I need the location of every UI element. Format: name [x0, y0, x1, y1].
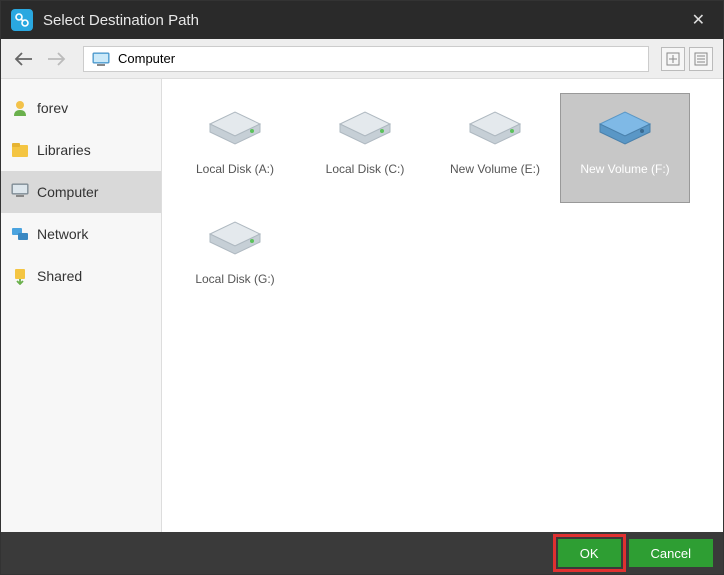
drive-item[interactable]: Local Disk (G:) [170, 203, 300, 313]
libraries-icon [11, 141, 29, 159]
sidebar-item-label: Libraries [37, 142, 91, 158]
titlebar: Select Destination Path ✕ [1, 1, 723, 39]
close-icon[interactable]: ✕ [684, 6, 713, 34]
disk-icon [336, 104, 394, 146]
drive-label: Local Disk (A:) [196, 162, 274, 176]
back-button[interactable] [11, 46, 37, 72]
user-icon [11, 99, 29, 117]
content-area: forev Libraries Computer Network Shared … [1, 79, 723, 532]
sidebar-item-label: forev [37, 100, 68, 116]
drive-label: Local Disk (C:) [326, 162, 405, 176]
breadcrumb-label: Computer [118, 51, 175, 66]
sidebar-item-shared[interactable]: Shared [1, 255, 161, 297]
drive-item[interactable]: Local Disk (A:) [170, 93, 300, 203]
breadcrumb[interactable]: Computer [83, 46, 649, 72]
drive-list: Local Disk (A:) Local Disk (C:) New Volu… [162, 79, 723, 532]
sidebar-item-label: Shared [37, 268, 82, 284]
computer-icon [11, 183, 29, 201]
view-list-button[interactable] [689, 47, 713, 71]
computer-icon [92, 52, 110, 66]
ok-button[interactable]: OK [558, 539, 621, 567]
sidebar-item-libraries[interactable]: Libraries [1, 129, 161, 171]
new-folder-button[interactable] [661, 47, 685, 71]
drive-label: New Volume (E:) [450, 162, 540, 176]
drive-item[interactable]: Local Disk (C:) [300, 93, 430, 203]
sidebar-item-label: Computer [37, 184, 98, 200]
cancel-button[interactable]: Cancel [629, 539, 713, 567]
sidebar: forev Libraries Computer Network Shared [1, 79, 162, 532]
toolbar: Computer [1, 39, 723, 79]
drive-label: Local Disk (G:) [195, 272, 274, 286]
sidebar-item-computer[interactable]: Computer [1, 171, 161, 213]
drive-item[interactable]: New Volume (F:) [560, 93, 690, 203]
network-icon [11, 225, 29, 243]
sidebar-item-label: Network [37, 226, 88, 242]
app-icon [11, 9, 33, 31]
sidebar-item-network[interactable]: Network [1, 213, 161, 255]
shared-icon [11, 267, 29, 285]
disk-icon [596, 104, 654, 146]
drive-label: New Volume (F:) [580, 162, 669, 176]
disk-icon [206, 104, 264, 146]
sidebar-item-user[interactable]: forev [1, 87, 161, 129]
footer: OK Cancel [1, 532, 723, 574]
disk-icon [206, 214, 264, 256]
forward-button[interactable] [43, 46, 69, 72]
disk-icon [466, 104, 524, 146]
window-title: Select Destination Path [43, 12, 684, 29]
drive-item[interactable]: New Volume (E:) [430, 93, 560, 203]
